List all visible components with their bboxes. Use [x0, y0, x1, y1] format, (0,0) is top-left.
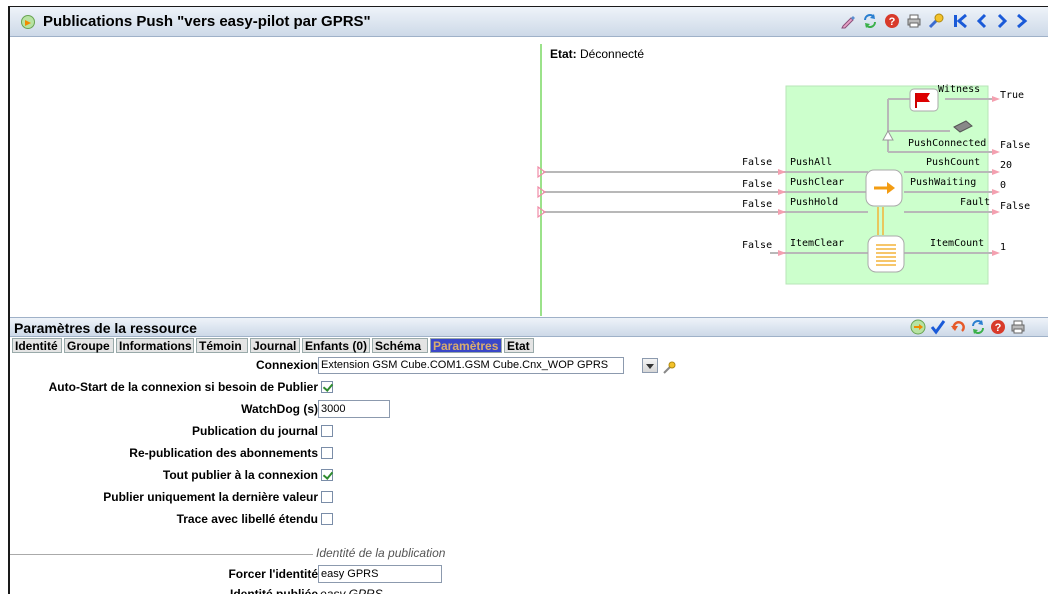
repub-checkbox[interactable]	[321, 447, 333, 459]
trace-checkbox[interactable]	[321, 513, 333, 525]
publiee-row: Identité publiée	[10, 585, 318, 594]
undo-icon[interactable]	[950, 319, 966, 335]
output-name-witness: Witness	[938, 84, 981, 95]
trace-row: Trace avec libellé étendu	[10, 510, 318, 528]
forcer-row: Forcer l'identité	[10, 565, 318, 583]
derniere-checkbox[interactable]	[321, 491, 333, 503]
resource-parameters-panel: Paramètres de la ressource ? Identité Gr…	[10, 317, 1048, 594]
watchdog-label: WatchDog (s)	[241, 402, 318, 416]
input-name-pushclear: PushClear	[790, 177, 845, 188]
autostart-row: Auto-Start de la connexion si besoin de …	[10, 378, 318, 396]
tab-groupe[interactable]: Groupe	[64, 338, 114, 353]
connexion-label: Connexion	[256, 358, 318, 372]
output-value-fault: False	[1000, 201, 1031, 212]
connexion-select[interactable]: Extension GSM Cube.COM1.GSM Cube.Cnx_WOP…	[318, 357, 624, 374]
watchdog-row: WatchDog (s)	[10, 400, 318, 418]
autostart-checkbox[interactable]	[321, 381, 333, 393]
tab-identite[interactable]: Identité	[12, 338, 62, 353]
input-value-pushclear: False	[742, 179, 773, 190]
tab-schema[interactable]: Schéma	[372, 338, 428, 353]
tab-journal[interactable]: Journal	[250, 338, 300, 353]
output-name-fault: Fault	[960, 197, 991, 208]
function-block-diagram	[537, 85, 1000, 285]
derniere-label: Publier uniquement la dernière valeur	[103, 490, 318, 504]
publiee-label: Identité publiée	[229, 587, 318, 594]
refresh-icon[interactable]	[970, 319, 986, 335]
connexion-row: Connexion	[10, 356, 318, 374]
trace-label: Trace avec libellé étendu	[176, 512, 318, 526]
output-name-pushcount: PushCount	[926, 157, 981, 168]
input-name-pushall: PushAll	[790, 157, 833, 168]
pubjournal-row: Publication du journal	[10, 422, 318, 440]
panel-title-bar: Paramètres de la ressource ?	[10, 317, 1048, 337]
item-list-icon	[867, 235, 905, 273]
output-value-pushwaiting: 0	[1000, 180, 1007, 191]
input-value-pushall: False	[742, 157, 773, 168]
input-name-pushhold: PushHold	[790, 197, 839, 208]
tab-informations[interactable]: Informations	[116, 338, 194, 353]
repub-row: Re-publication des abonnements	[10, 444, 318, 462]
connexion-selected-value: Extension GSM Cube.COM1.GSM Cube.Cnx_WOP…	[321, 359, 609, 371]
pubjournal-checkbox[interactable]	[321, 425, 333, 437]
publiee-value: easy GPRS	[320, 587, 383, 594]
input-name-itemclear: ItemClear	[790, 238, 845, 249]
toutpublier-label: Tout publier à la connexion	[162, 468, 318, 482]
connection-link-icon[interactable]	[662, 361, 676, 375]
separator-line	[10, 554, 313, 555]
derniere-row: Publier uniquement la dernière valeur	[10, 488, 318, 506]
toutpublier-row: Tout publier à la connexion	[10, 466, 318, 484]
check-icon[interactable]	[930, 319, 946, 335]
tab-parametres[interactable]: Paramètres	[430, 338, 502, 353]
output-value-pushcount: 20	[1000, 160, 1013, 171]
autostart-label: Auto-Start de la connexion si besoin de …	[48, 380, 318, 394]
help-icon[interactable]: ?	[990, 319, 1006, 335]
panel-toolbar: ?	[910, 319, 1048, 335]
tab-temoin[interactable]: Témoin	[196, 338, 248, 353]
output-value-itemcount: 1	[1000, 242, 1007, 253]
pubjournal-label: Publication du journal	[192, 424, 318, 438]
panel-title: Paramètres de la ressource	[14, 320, 197, 336]
watchdog-input[interactable]: 3000	[318, 400, 390, 418]
forcer-label: Forcer l'identité	[228, 567, 318, 581]
apply-icon[interactable]	[910, 319, 926, 335]
input-value-pushhold: False	[742, 199, 773, 210]
svg-text:?: ?	[995, 322, 1002, 334]
toutpublier-checkbox[interactable]	[321, 469, 333, 481]
window: Publications Push "vers easy-pilot par G…	[8, 6, 1048, 594]
output-value-witness: True	[1000, 90, 1025, 101]
section-separator: Identité de la publication	[10, 545, 470, 563]
repub-label: Re-publication des abonnements	[129, 446, 318, 460]
chevron-down-icon[interactable]	[642, 358, 658, 373]
output-name-pushconnected: PushConnected	[908, 138, 987, 149]
output-name-itemcount: ItemCount	[930, 238, 985, 249]
forcer-input[interactable]: easy GPRS	[318, 565, 442, 583]
tab-etat[interactable]: Etat	[504, 338, 534, 353]
print-icon[interactable]	[1010, 319, 1026, 335]
section-title: Identité de la publication	[316, 546, 446, 560]
input-value-itemclear: False	[742, 240, 773, 251]
tab-enfants[interactable]: Enfants (0)	[302, 338, 370, 353]
output-value-pushconnected: False	[1000, 140, 1031, 151]
output-name-pushwaiting: PushWaiting	[910, 177, 977, 188]
